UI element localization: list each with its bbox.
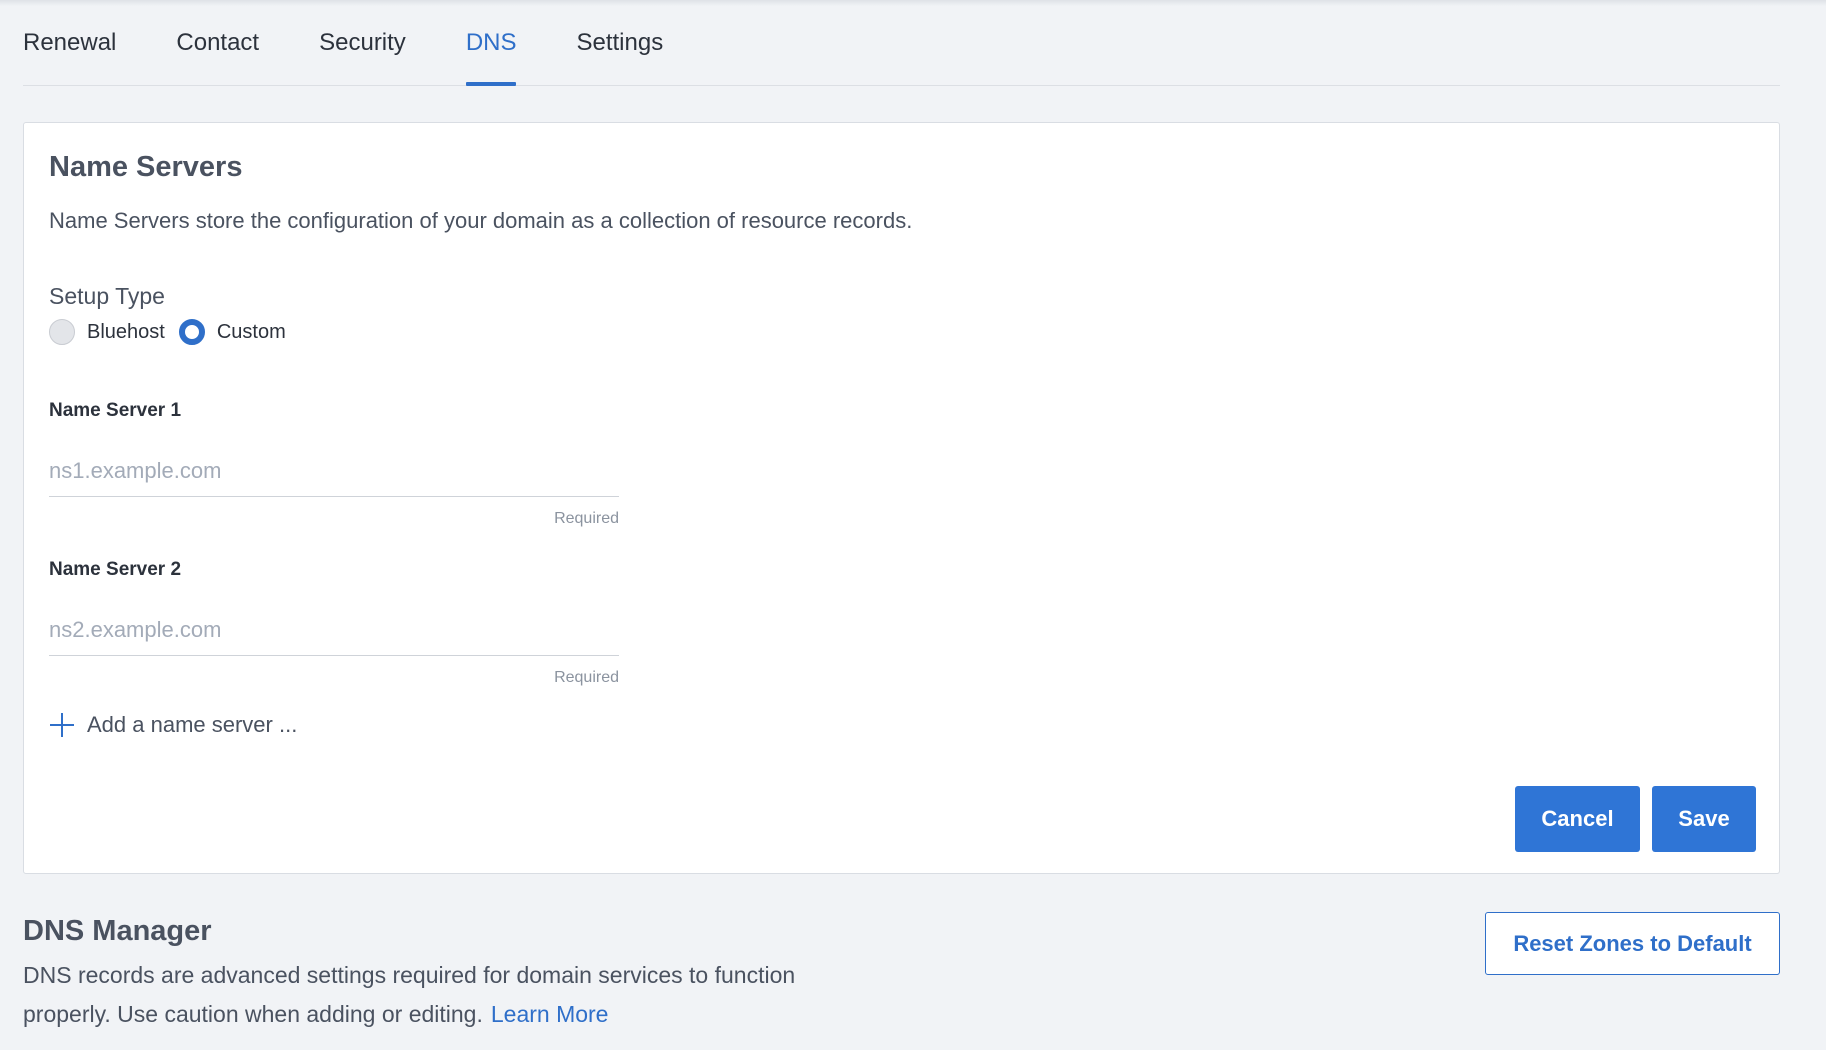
name-servers-title: Name Servers: [49, 151, 243, 183]
learn-more-link[interactable]: Learn More: [491, 1001, 609, 1027]
reset-zones-button[interactable]: Reset Zones to Default: [1485, 912, 1780, 975]
setup-option-bluehost[interactable]: Bluehost: [49, 319, 165, 345]
setup-option-custom[interactable]: Custom: [178, 319, 286, 345]
add-name-server-label: Add a name server ...: [87, 712, 298, 737]
name-servers-card: Name Servers Name Servers store the conf…: [23, 122, 1780, 874]
cancel-button[interactable]: Cancel: [1515, 786, 1640, 852]
save-button[interactable]: Save: [1652, 786, 1756, 852]
radio-custom[interactable]: [178, 319, 205, 345]
dns-manager-title: DNS Manager: [23, 915, 212, 947]
tab-renewal[interactable]: Renewal: [23, 0, 116, 85]
name-server-1-input[interactable]: [49, 446, 619, 497]
name-server-2-label: Name Server 2: [49, 559, 182, 580]
radio-label-bluehost: Bluehost: [87, 320, 165, 343]
name-server-1-label: Name Server 1: [49, 400, 182, 421]
tab-dns[interactable]: DNS: [465, 0, 516, 86]
setup-type-label: Setup Type: [49, 283, 165, 309]
name-server-2-input[interactable]: [49, 605, 619, 656]
plus-icon: [49, 712, 75, 738]
name-servers-description: Name Servers store the configuration of …: [49, 208, 913, 233]
add-name-server-link[interactable]: Add a name server ...: [49, 712, 297, 738]
dns-manager-description-text: DNS records are advanced settings requir…: [23, 962, 796, 1027]
tab-security[interactable]: Security: [319, 0, 406, 85]
tab-bar: Renewal Contact Security DNS Settings: [23, 0, 1780, 86]
tab-contact[interactable]: Contact: [176, 0, 259, 85]
radio-bluehost[interactable]: [49, 319, 75, 345]
name-server-1-required-hint: Required: [554, 510, 619, 527]
name-server-2-required-hint: Required: [554, 669, 619, 686]
tab-settings[interactable]: Settings: [576, 0, 663, 85]
dns-manager-description: DNS records are advanced settings requir…: [23, 956, 853, 1034]
setup-type-radio-group: Bluehost Custom: [49, 319, 300, 345]
radio-label-custom: Custom: [216, 320, 286, 343]
